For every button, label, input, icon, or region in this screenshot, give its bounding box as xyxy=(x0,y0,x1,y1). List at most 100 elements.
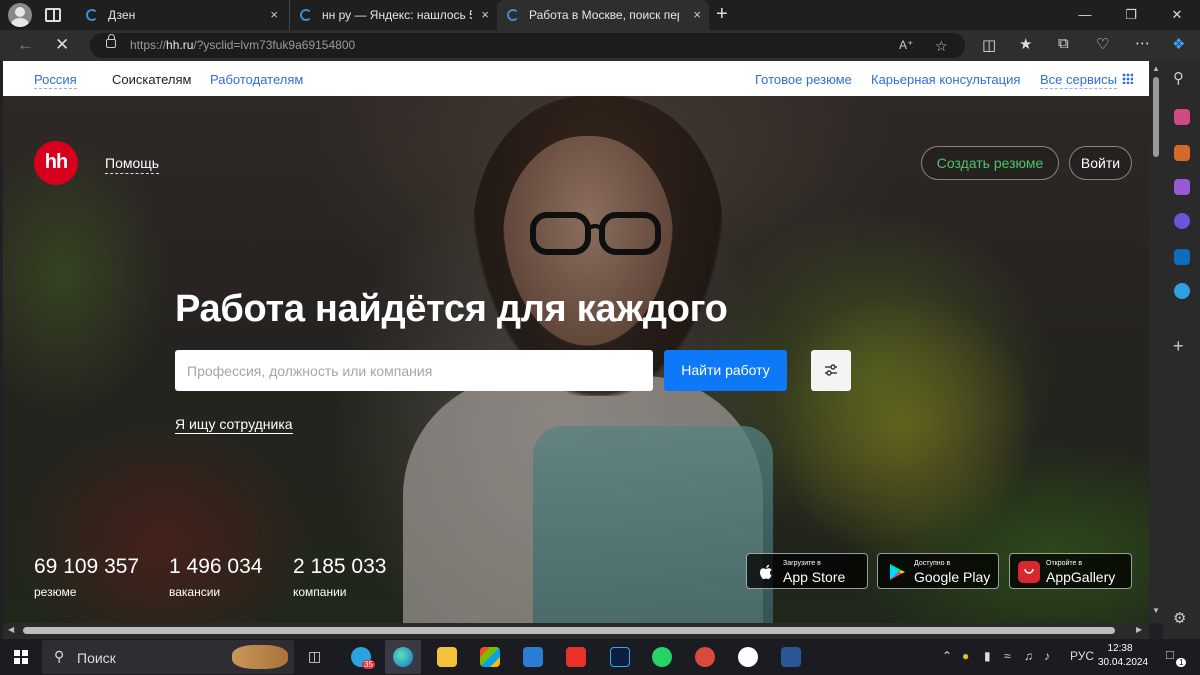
file-explorer-icon[interactable] xyxy=(437,647,457,667)
more-menu-icon[interactable]: ⋯ xyxy=(1135,34,1150,52)
new-tab-button[interactable]: + xyxy=(716,3,728,26)
help-link[interactable]: Помощь xyxy=(105,155,160,174)
store-caption: Откройте в xyxy=(1046,560,1083,567)
whatsapp-icon[interactable] xyxy=(652,647,672,667)
close-tab-icon[interactable]: × xyxy=(481,7,489,22)
find-job-button[interactable]: Найти работу xyxy=(664,350,787,391)
favorite-star-icon[interactable]: ☆ xyxy=(935,38,948,55)
nav-career-consulting[interactable]: Карьерная консультация xyxy=(871,72,1020,87)
browser-tab-yandex[interactable]: нн ру — Яндекс: нашлось 5 тыс × xyxy=(289,0,497,30)
browser-essentials-icon[interactable]: ♡ xyxy=(1096,35,1109,53)
notifications-icon[interactable]: □ xyxy=(1166,647,1174,662)
microsoft-store-icon[interactable] xyxy=(480,647,500,667)
horizontal-scroll-thumb[interactable] xyxy=(23,627,1115,634)
windows-start-icon[interactable] xyxy=(14,650,28,664)
close-window-button[interactable]: ✕ xyxy=(1154,0,1200,30)
region-selector[interactable]: Россия xyxy=(34,72,77,89)
store-name: App Store xyxy=(783,569,846,585)
profile-avatar-icon[interactable] xyxy=(8,3,32,27)
employer-link[interactable]: Я ищу сотрудника xyxy=(175,416,293,434)
nav-seekers[interactable]: Соискателям xyxy=(112,72,191,87)
taskbar-search-label: Поиск xyxy=(77,650,116,666)
language-indicator[interactable]: РУС xyxy=(1070,649,1094,663)
minimize-button[interactable]: — xyxy=(1062,0,1108,30)
services-grid-icon[interactable] xyxy=(1122,73,1133,84)
app-gallery-badge[interactable]: Откройте в AppGallery xyxy=(1009,553,1132,589)
lock-icon[interactable] xyxy=(106,34,116,48)
add-sidebar-app-icon[interactable]: + xyxy=(1173,336,1184,357)
yandex-browser-icon[interactable] xyxy=(738,647,758,667)
nav-ready-resume[interactable]: Готовое резюме xyxy=(755,72,852,87)
clock-time: 12:38 xyxy=(1107,643,1133,654)
app-icon[interactable] xyxy=(695,647,715,667)
stat-number: 1 496 034 xyxy=(169,555,263,578)
tab-actions-icon[interactable] xyxy=(45,8,61,22)
tray-app-icon[interactable]: ● xyxy=(962,649,969,663)
show-hidden-icons-chevron-icon[interactable]: ⌃ xyxy=(942,649,952,663)
task-view-icon[interactable]: ◫ xyxy=(308,648,321,665)
hh-logo[interactable]: hh xyxy=(34,141,78,185)
filter-sliders-icon xyxy=(825,364,837,376)
page-viewport: Россия Соискателям Работодателям Готовое… xyxy=(3,61,1149,623)
scroll-down-arrow-icon[interactable]: ▼ xyxy=(1152,606,1160,615)
horizontal-scrollbar[interactable]: ◀ ▶ xyxy=(3,623,1149,639)
split-screen-icon[interactable]: ◫ xyxy=(982,36,996,54)
search-icon: ⚲ xyxy=(54,648,65,664)
volume-icon[interactable]: ♪ xyxy=(1044,649,1050,663)
telegram-sidebar-icon[interactable] xyxy=(1174,283,1190,299)
network-icon[interactable]: ≈ xyxy=(1004,649,1011,663)
vertical-scrollbar[interactable]: ▲ ▼ xyxy=(1149,61,1163,623)
sidebar-settings-gear-icon[interactable]: ⚙ xyxy=(1173,609,1186,627)
read-aloud-icon[interactable]: A⁺ xyxy=(899,38,913,52)
app-store-badge[interactable]: Загрузите в App Store xyxy=(746,553,868,589)
stat-resumes: 69 109 357 резюме xyxy=(34,555,139,599)
browser-tab-hh-active[interactable]: Работа в Москве, поиск персон × xyxy=(497,0,709,30)
edge-icon[interactable] xyxy=(393,647,413,667)
stop-loading-icon[interactable]: ✕ xyxy=(55,35,69,55)
yandex-icon[interactable] xyxy=(566,647,586,667)
edge-sidebar: ⚲ + ⚙ xyxy=(1163,61,1200,639)
google-play-icon xyxy=(890,564,905,580)
favorites-icon[interactable]: ★ xyxy=(1019,35,1032,53)
outlook-icon[interactable] xyxy=(1174,249,1190,265)
windows-taskbar: ⚲ Поиск ◫ 35 ⌃ ● ▮ ≈ ♫ ♪ РУС 12:38 30.04… xyxy=(0,639,1200,675)
advanced-search-button[interactable] xyxy=(811,350,851,391)
close-tab-icon[interactable]: × xyxy=(270,7,278,22)
top-navigation: Россия Соискателям Работодателям Готовое… xyxy=(3,61,1149,96)
scroll-right-arrow-icon[interactable]: ▶ xyxy=(1136,625,1142,634)
vertical-scroll-thumb[interactable] xyxy=(1153,77,1159,157)
create-resume-button[interactable]: Создать резюме xyxy=(921,146,1059,180)
close-tab-icon[interactable]: × xyxy=(693,7,701,22)
toolbox-icon[interactable] xyxy=(1174,145,1190,161)
battery-icon[interactable]: ▮ xyxy=(984,649,991,663)
url-text[interactable]: https://hh.ru/?ysclid=lvm73fuk9a69154800 xyxy=(130,38,355,52)
photoshop-icon[interactable] xyxy=(610,647,630,667)
store-caption: Загрузите в xyxy=(783,560,821,567)
login-button[interactable]: Войти xyxy=(1069,146,1132,180)
mail-icon[interactable] xyxy=(523,647,543,667)
restore-button[interactable]: ❐ xyxy=(1108,0,1154,30)
nav-all-services[interactable]: Все сервисы xyxy=(1040,72,1117,89)
taskbar-search-box[interactable]: ⚲ Поиск xyxy=(42,640,294,674)
search-highlight-illustration xyxy=(232,645,288,669)
loading-icon xyxy=(507,9,519,21)
job-search-input[interactable] xyxy=(175,350,653,391)
copilot-sidebar-icon[interactable] xyxy=(1174,213,1190,229)
browser-tab-dzen[interactable]: Дзен × xyxy=(76,0,286,30)
scroll-up-arrow-icon[interactable]: ▲ xyxy=(1152,64,1160,73)
collections-icon[interactable]: ⧉ xyxy=(1058,35,1069,52)
scroll-left-arrow-icon[interactable]: ◀ xyxy=(8,625,14,634)
nav-employers[interactable]: Работодателям xyxy=(210,72,303,87)
tab-title: Работа в Москве, поиск персон xyxy=(529,8,679,22)
sound-icon[interactable]: ♫ xyxy=(1024,649,1033,663)
address-bar[interactable]: https://hh.ru/?ysclid=lvm73fuk9a69154800… xyxy=(90,33,965,58)
sidebar-search-icon[interactable]: ⚲ xyxy=(1173,69,1184,87)
shopping-tag-icon[interactable] xyxy=(1174,109,1190,125)
store-caption: Доступно в xyxy=(914,560,951,567)
google-play-badge[interactable]: Доступно в Google Play xyxy=(877,553,999,589)
word-icon[interactable] xyxy=(781,647,801,667)
clock[interactable]: 12:38 30.04.2024 xyxy=(1098,642,1148,670)
back-arrow-icon[interactable]: ← xyxy=(17,35,34,55)
copilot-icon[interactable]: ❖ xyxy=(1172,35,1185,53)
games-icon[interactable] xyxy=(1174,179,1190,195)
